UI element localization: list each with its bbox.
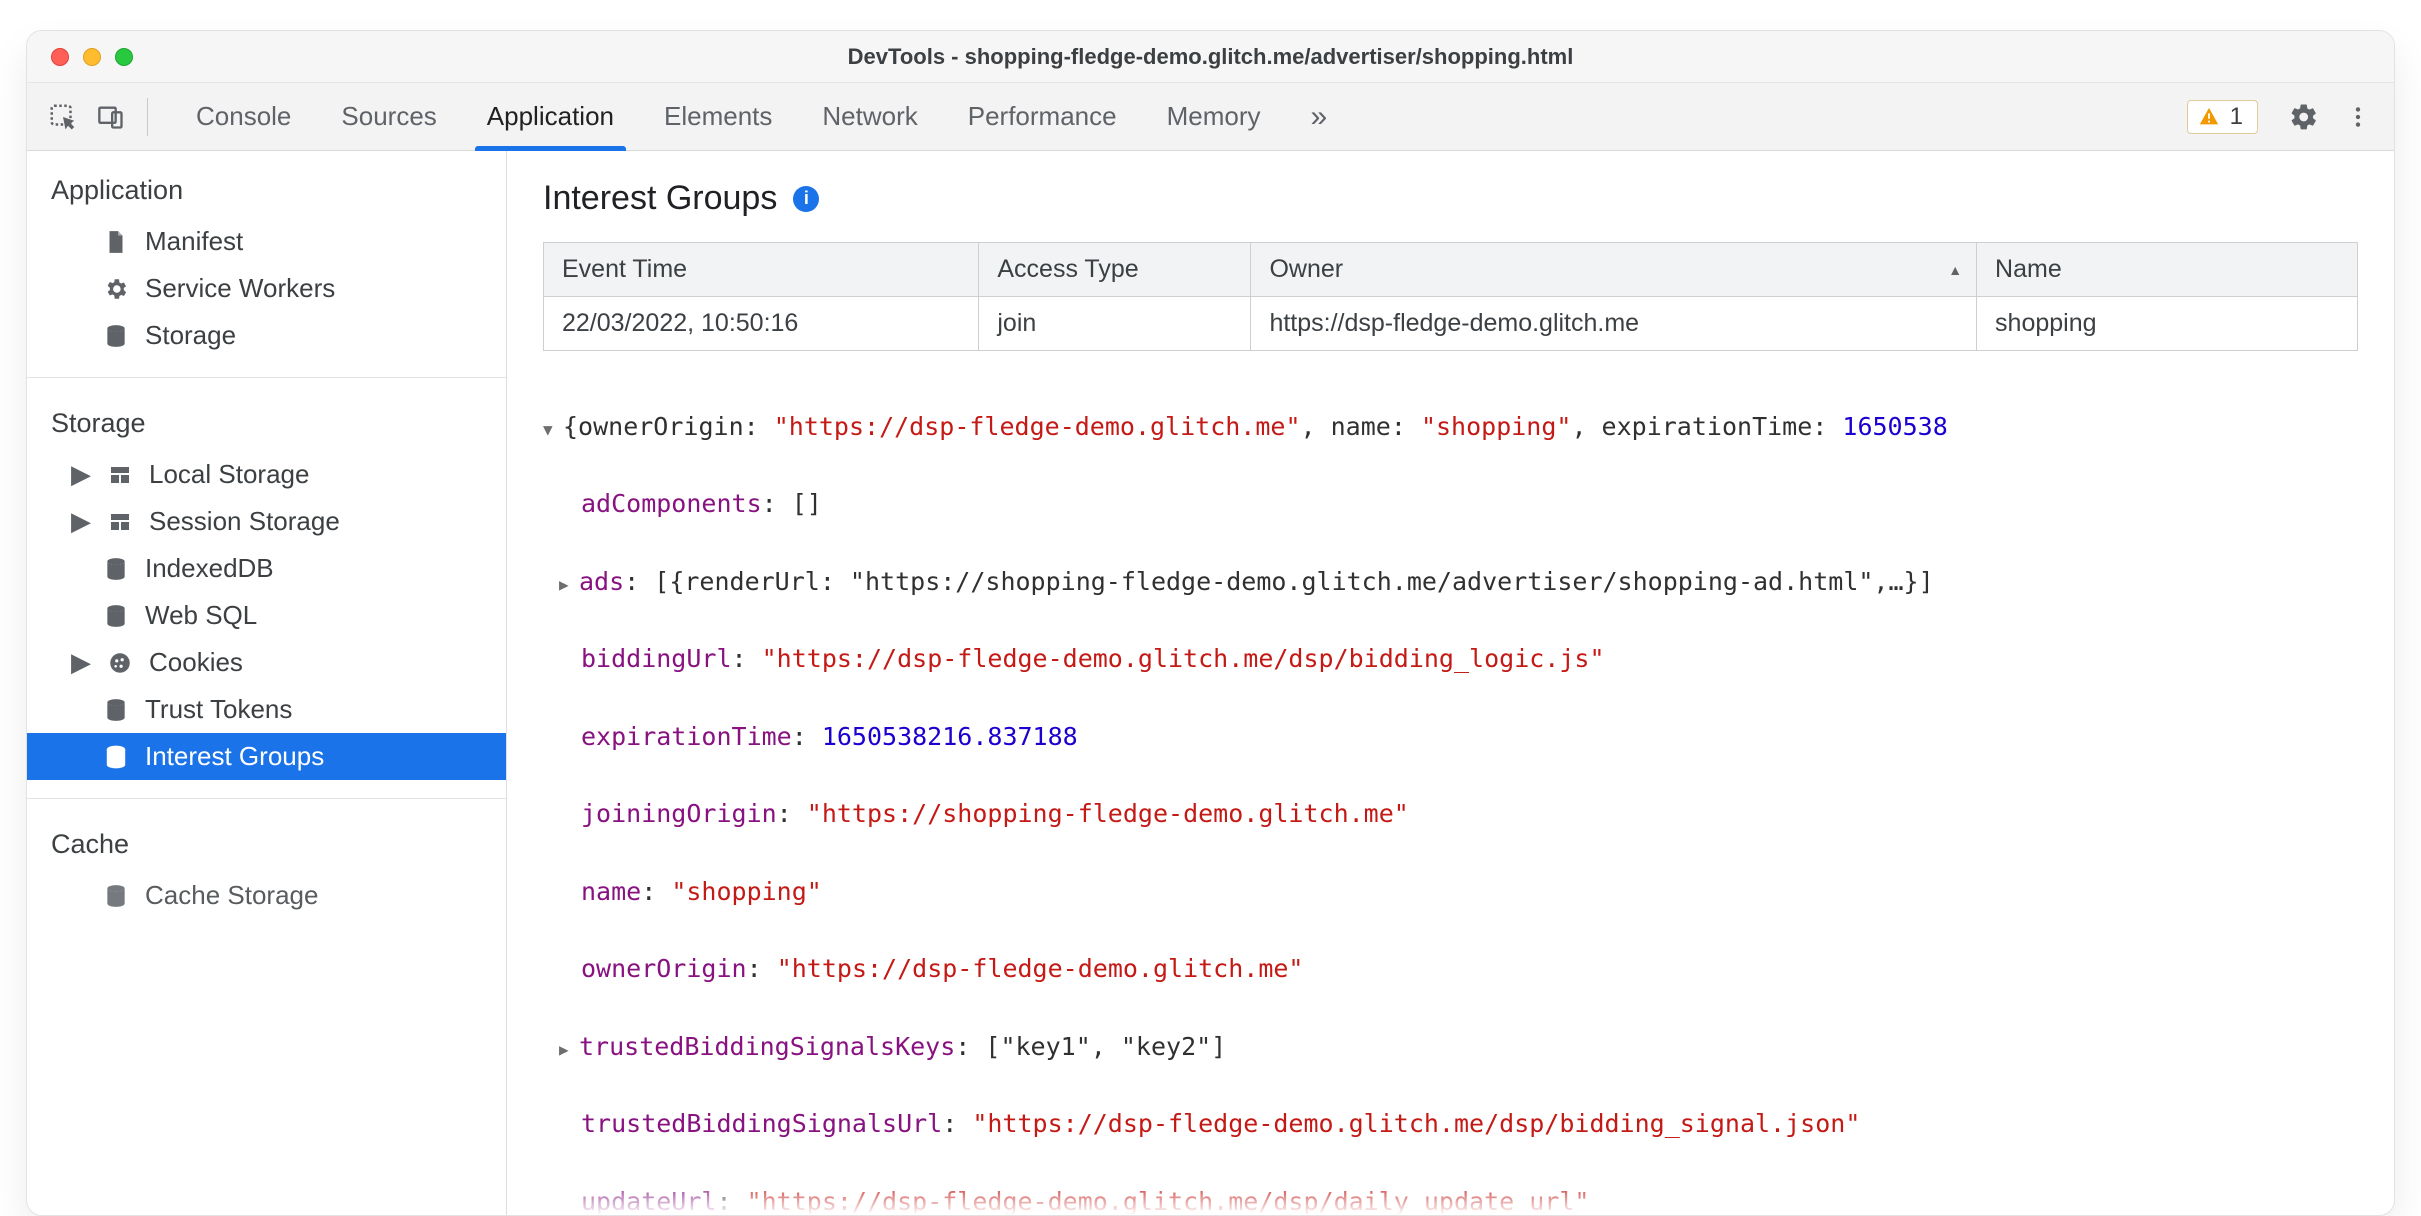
sidebar-group-title: Cache <box>27 805 506 872</box>
inspect-element-icon[interactable] <box>43 97 83 137</box>
panel-title: Interest Groups <box>543 179 777 218</box>
caret-right-icon[interactable] <box>559 563 579 602</box>
more-options-button[interactable] <box>2338 97 2378 137</box>
minimize-window-button[interactable] <box>83 48 101 66</box>
col-owner[interactable]: Owner▲ <box>1251 243 1977 297</box>
sidebar-group-title: Storage <box>27 384 506 451</box>
toolbar-divider <box>147 98 148 136</box>
table-row[interactable]: 22/03/2022, 10:50:16 join https://dsp-fl… <box>544 297 2358 351</box>
tab-memory[interactable]: Memory <box>1155 83 1273 150</box>
sidebar-divider <box>27 377 506 378</box>
more-tabs-button[interactable]: » <box>1299 83 1340 150</box>
database-icon <box>101 881 131 911</box>
file-icon <box>101 227 131 257</box>
sidebar-group-title: Application <box>27 151 506 218</box>
caret-down-icon[interactable] <box>543 408 563 447</box>
info-icon[interactable]: i <box>793 186 819 212</box>
table-icon <box>105 460 135 490</box>
tab-console[interactable]: Console <box>184 83 303 150</box>
cell-access-type: join <box>979 297 1251 351</box>
warning-icon <box>2198 106 2220 128</box>
caret-right-icon: ▶ <box>71 647 91 678</box>
content-panel: Interest Groups i Event Time Access Type… <box>507 151 2394 1215</box>
settings-button[interactable] <box>2284 97 2324 137</box>
table-icon <box>105 507 135 537</box>
gear-icon <box>101 274 131 304</box>
database-icon <box>101 554 131 584</box>
database-icon <box>101 321 131 351</box>
sidebar-item-label: Trust Tokens <box>145 694 292 725</box>
warnings-badge[interactable]: 1 <box>2187 100 2258 134</box>
sidebar-item-interest-groups[interactable]: Interest Groups <box>27 733 506 780</box>
sidebar-item-cache-storage[interactable]: Cache Storage <box>27 872 506 919</box>
main-split: Application Manifest Service Workers Sto… <box>27 151 2394 1215</box>
tab-elements[interactable]: Elements <box>652 83 784 150</box>
object-viewer[interactable]: {ownerOrigin: "https://dsp-fledge-demo.g… <box>507 351 2394 1215</box>
sidebar-item-label: Interest Groups <box>145 741 324 772</box>
panel-tabs: Console Sources Application Elements Net… <box>184 83 1339 150</box>
tab-performance[interactable]: Performance <box>956 83 1129 150</box>
events-table: Event Time Access Type Owner▲ Name 22/03… <box>507 230 2394 351</box>
sidebar-item-label: Service Workers <box>145 273 335 304</box>
application-sidebar: Application Manifest Service Workers Sto… <box>27 151 507 1215</box>
sidebar-item-trust-tokens[interactable]: Trust Tokens <box>27 686 506 733</box>
sidebar-item-label: Local Storage <box>149 459 309 490</box>
sidebar-item-storage[interactable]: Storage <box>27 312 506 359</box>
tab-network[interactable]: Network <box>810 83 929 150</box>
sidebar-item-label: Cookies <box>149 647 243 678</box>
sidebar-item-label: Storage <box>145 320 236 351</box>
database-icon <box>101 601 131 631</box>
sidebar-divider <box>27 798 506 799</box>
sidebar-item-label: Session Storage <box>149 506 340 537</box>
table-header-row: Event Time Access Type Owner▲ Name <box>544 243 2358 297</box>
database-icon <box>101 742 131 772</box>
warnings-count: 1 <box>2230 103 2243 131</box>
device-toolbar-icon[interactable] <box>91 97 131 137</box>
close-window-button[interactable] <box>51 48 69 66</box>
sidebar-item-service-workers[interactable]: Service Workers <box>27 265 506 312</box>
traffic-lights <box>51 48 133 66</box>
sidebar-item-cookies[interactable]: ▶ Cookies <box>27 639 506 686</box>
col-access-type[interactable]: Access Type <box>979 243 1251 297</box>
cookie-icon <box>105 648 135 678</box>
zoom-window-button[interactable] <box>115 48 133 66</box>
titlebar: DevTools - shopping-fledge-demo.glitch.m… <box>27 31 2394 83</box>
gear-icon <box>2289 102 2319 132</box>
cell-event-time: 22/03/2022, 10:50:16 <box>544 297 979 351</box>
database-icon <box>101 695 131 725</box>
sidebar-item-session-storage[interactable]: ▶ Session Storage <box>27 498 506 545</box>
caret-right-icon: ▶ <box>71 459 91 490</box>
sidebar-item-label: Cache Storage <box>145 880 318 911</box>
sidebar-item-websql[interactable]: Web SQL <box>27 592 506 639</box>
col-name[interactable]: Name <box>1977 243 2358 297</box>
kebab-icon <box>2345 104 2371 130</box>
col-event-time[interactable]: Event Time <box>544 243 979 297</box>
window-title: DevTools - shopping-fledge-demo.glitch.m… <box>27 44 2394 70</box>
sidebar-item-manifest[interactable]: Manifest <box>27 218 506 265</box>
sidebar-item-indexeddb[interactable]: IndexedDB <box>27 545 506 592</box>
sidebar-item-label: IndexedDB <box>145 553 274 584</box>
sidebar-item-local-storage[interactable]: ▶ Local Storage <box>27 451 506 498</box>
sort-indicator-icon: ▲ <box>1948 262 1962 278</box>
devtools-toolbar: Console Sources Application Elements Net… <box>27 83 2394 151</box>
caret-right-icon[interactable] <box>559 1028 579 1067</box>
tab-application[interactable]: Application <box>475 83 626 150</box>
cell-owner: https://dsp-fledge-demo.glitch.me <box>1251 297 1977 351</box>
tab-sources[interactable]: Sources <box>329 83 448 150</box>
caret-right-icon: ▶ <box>71 506 91 537</box>
devtools-window: DevTools - shopping-fledge-demo.glitch.m… <box>26 30 2395 1216</box>
cell-name: shopping <box>1977 297 2358 351</box>
sidebar-item-label: Web SQL <box>145 600 257 631</box>
panel-header: Interest Groups i <box>507 151 2394 230</box>
sidebar-item-label: Manifest <box>145 226 243 257</box>
